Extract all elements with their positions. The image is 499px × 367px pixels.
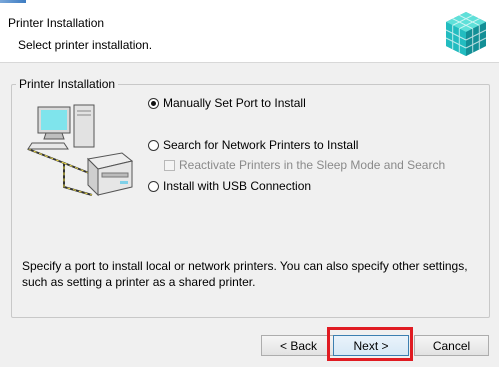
manual-port-radio[interactable] bbox=[148, 97, 159, 109]
manual-port-label[interactable]: Manually Set Port to Install bbox=[163, 96, 306, 110]
next-button-highlight-box bbox=[327, 327, 413, 361]
titlebar-remnant bbox=[0, 0, 26, 3]
usb-radio[interactable] bbox=[148, 180, 159, 192]
option-description: Specify a port to install local or netwo… bbox=[22, 259, 468, 289]
page-title: Printer Installation bbox=[8, 16, 105, 30]
usb-option[interactable]: Install with USB Connection bbox=[148, 179, 311, 193]
wizard-header: Printer Installation Select printer inst… bbox=[0, 0, 499, 63]
group-label: Printer Installation bbox=[16, 77, 119, 91]
back-button[interactable]: < Back bbox=[261, 335, 336, 356]
network-search-radio[interactable] bbox=[148, 139, 159, 151]
reactivate-sleep-checkbox bbox=[164, 159, 175, 171]
page-subtitle: Select printer installation. bbox=[18, 38, 153, 52]
network-search-option[interactable]: Search for Network Printers to Install bbox=[148, 138, 358, 152]
reactivate-sleep-label: Reactivate Printers in the Sleep Mode an… bbox=[179, 158, 446, 172]
cancel-button[interactable]: Cancel bbox=[414, 335, 489, 356]
manual-port-option[interactable]: Manually Set Port to Install bbox=[148, 96, 306, 110]
network-search-label[interactable]: Search for Network Printers to Install bbox=[163, 138, 358, 152]
reactivate-sleep-option: Reactivate Printers in the Sleep Mode an… bbox=[164, 158, 445, 172]
computer-network-printer-icon bbox=[27, 104, 134, 197]
installer-cube-logo-icon bbox=[445, 12, 487, 56]
usb-label[interactable]: Install with USB Connection bbox=[163, 179, 311, 193]
